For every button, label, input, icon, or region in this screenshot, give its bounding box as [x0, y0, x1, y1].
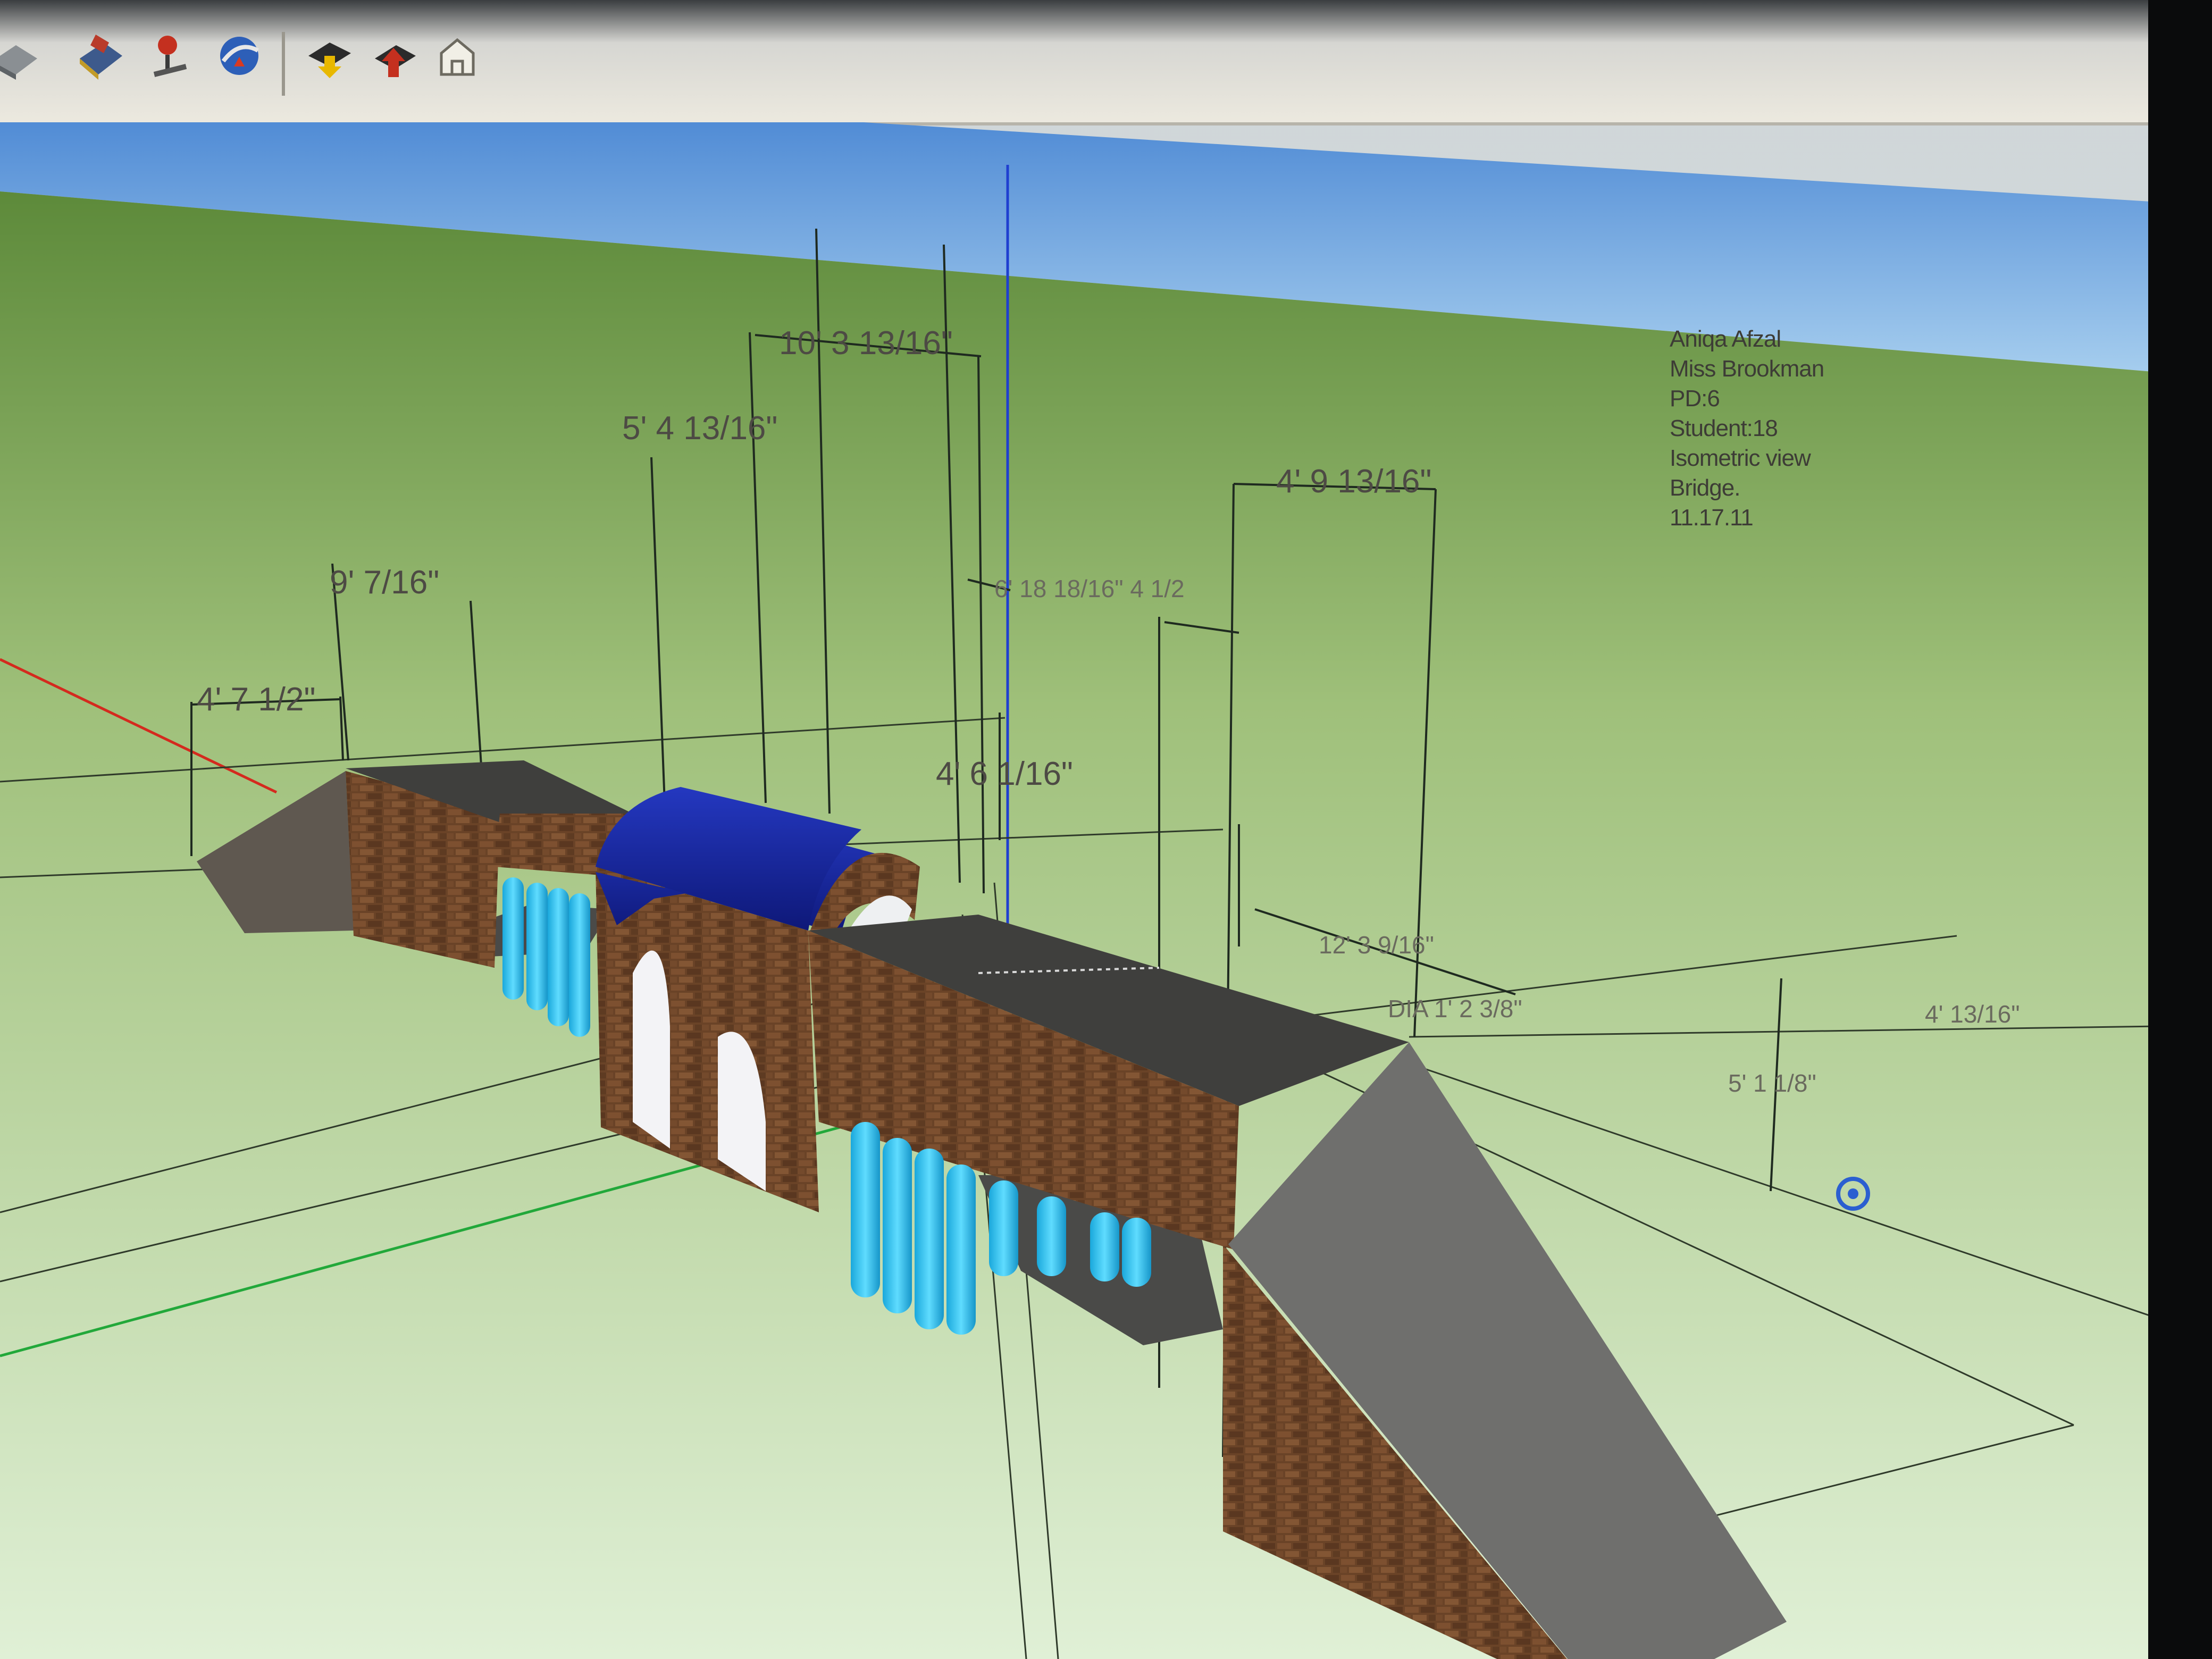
dimension-label: 4' 6 1/16" [936, 756, 1073, 792]
canopy-arch-opening [633, 950, 670, 1149]
upload-model-icon[interactable] [298, 21, 362, 90]
info-line: PD:6 [1670, 386, 1720, 412]
dimension-label: 10' 3 13/16" [779, 325, 953, 362]
monitor-bezel [2148, 0, 2212, 1659]
toolbar [0, 0, 2159, 125]
dimension-label: 4' 9 13/16" [1276, 463, 1432, 500]
dimension-label: DIA 1' 2 3/8" [1388, 995, 1522, 1023]
info-line: Bridge. [1670, 475, 1740, 501]
warehouse-icon[interactable] [425, 21, 489, 90]
info-line: Student:18 [1670, 415, 1778, 441]
monitor-frame: 4' 7 1/2" 9' 7/16" 5' 4 13/16" 10' 3 13/… [0, 0, 2212, 1659]
info-line: Isometric view [1670, 445, 1811, 471]
toolbar-separator [282, 32, 285, 96]
dimension-label: 5' 1 1/8" [1728, 1069, 1816, 1097]
bridge-model-scene [0, 122, 2159, 1659]
info-line: 11.17.11 [1670, 505, 1754, 531]
3d-viewport[interactable]: 4' 7 1/2" 9' 7/16" 5' 4 13/16" 10' 3 13/… [0, 122, 2159, 1659]
info-line: Miss Brookman [1670, 356, 1824, 382]
info-line: Aniqa Afzal [1670, 326, 1781, 352]
components-icon[interactable] [69, 21, 133, 90]
student-info-block: Aniqa Afzal Miss Brookman PD:6 Student:1… [1670, 324, 1824, 533]
sketchup-window: 4' 7 1/2" 9' 7/16" 5' 4 13/16" 10' 3 13/… [0, 0, 2159, 1659]
google-earth-icon[interactable] [207, 21, 271, 90]
dimension-label: 12' 3 9/16" [1319, 931, 1434, 959]
download-model-icon[interactable] [362, 21, 425, 90]
dimension-label: 5' 4 13/16" [622, 410, 778, 447]
get-models-icon[interactable] [0, 21, 48, 90]
orbit-cursor-icon [1836, 1177, 1870, 1211]
add-location-icon[interactable] [138, 21, 202, 90]
dimension-label: 9' 7/16" [330, 564, 440, 601]
dimension-label: 6' 18 18/16" 4 1/2 [994, 575, 1185, 602]
dimension-label: 4' 13/16" [1925, 1000, 2020, 1028]
dimension-label: 4' 7 1/2" [197, 681, 316, 718]
